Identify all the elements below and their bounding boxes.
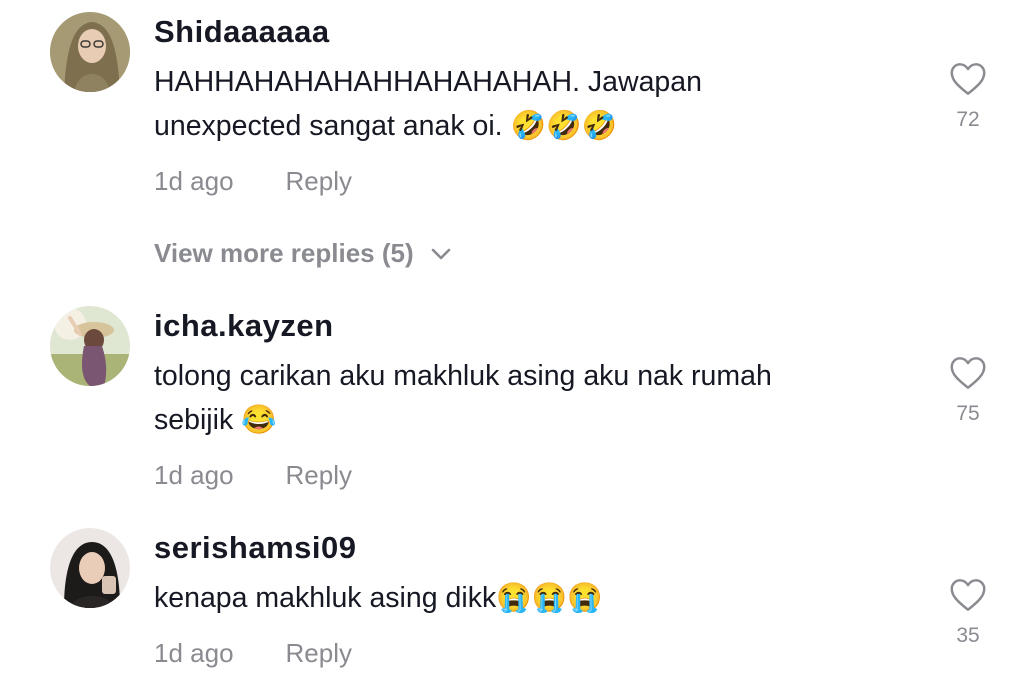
reply-button[interactable]: Reply [286,460,352,490]
view-more-replies-label: View more replies (5) [154,238,414,268]
heart-outline-icon [950,357,986,389]
comment-time: 1d ago [154,638,234,668]
avatar[interactable] [50,12,130,92]
comment-text: kenapa makhluk asing dikk😭😭😭 [154,582,603,614]
like-button[interactable]: 72 [948,62,988,132]
like-button[interactable]: 35 [948,578,988,648]
comment-time: 1d ago [154,460,234,490]
comment-text: tolong carikan aku makhluk asing aku nak… [154,360,772,436]
comment-username[interactable]: Shidaaaaaa [154,14,330,50]
avatar[interactable] [50,306,130,386]
chevron-down-icon [431,248,450,259]
reply-button[interactable]: Reply [286,638,352,668]
like-count: 72 [956,108,980,131]
like-count: 35 [956,624,980,647]
heart-outline-icon [950,63,986,95]
avatar[interactable] [50,528,130,608]
comment-meta: 1d ago Reply [154,166,352,197]
comment-username[interactable]: serishamsi09 [154,530,356,566]
comment-meta: 1d ago Reply [154,460,352,491]
comment-username[interactable]: icha.kayzen [154,308,334,344]
view-more-replies-button[interactable]: View more replies (5) [154,238,452,269]
like-button[interactable]: 75 [948,356,988,426]
like-count: 75 [956,402,980,425]
reply-button[interactable]: Reply [286,166,352,196]
comment-meta: 1d ago Reply [154,638,352,669]
heart-outline-icon [950,579,986,611]
comment-time: 1d ago [154,166,234,196]
comment-text: HAHHAHAHAHAHHAHAHAHAH. Jawapan unexpecte… [154,66,702,142]
